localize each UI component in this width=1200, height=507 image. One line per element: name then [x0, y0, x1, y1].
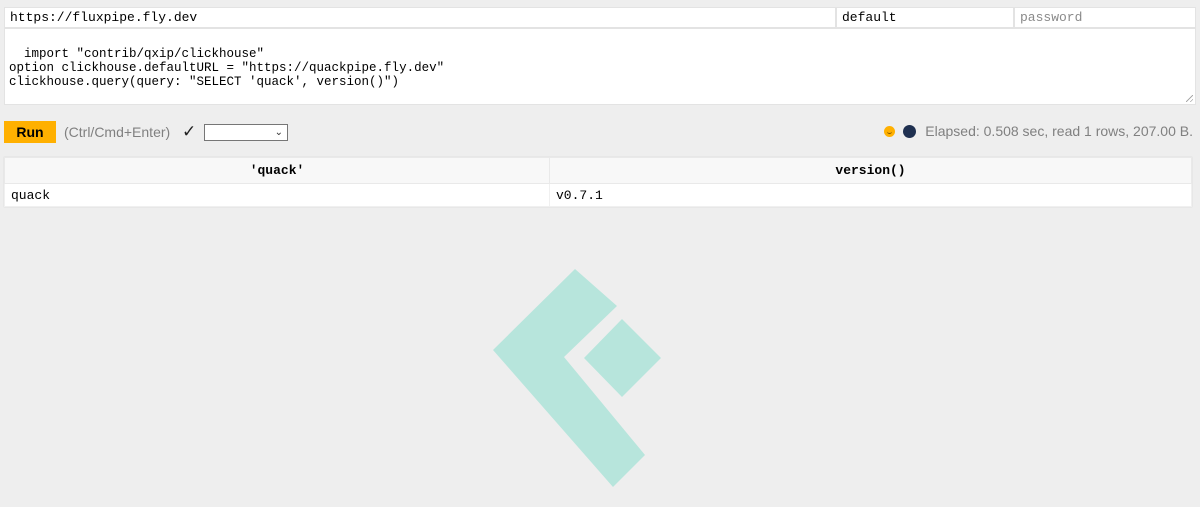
header-row: 'quack' version() — [4, 157, 1192, 184]
results-table: 'quack' version() quack v0.7.1 — [4, 157, 1192, 207]
logo-icon — [493, 269, 661, 487]
column-header: 'quack' — [4, 157, 550, 184]
smile-icon — [884, 125, 896, 137]
resize-handle-icon[interactable] — [1186, 95, 1193, 102]
connection-bar — [4, 7, 1196, 28]
user-input[interactable] — [836, 7, 1014, 28]
theme-toggle-icon[interactable] — [903, 124, 917, 138]
elapsed-status: Elapsed: 0.508 sec, read 1 rows, 207.00 … — [925, 123, 1193, 139]
check-icon: ✓ — [182, 122, 197, 141]
password-input[interactable] — [1014, 7, 1196, 28]
shortcut-hint: (Ctrl/Cmd+Enter) — [64, 124, 171, 140]
column-header: version() — [549, 157, 1192, 184]
url-input[interactable] — [4, 7, 836, 28]
format-select[interactable]: ⌄ — [204, 124, 288, 141]
chevron-down-icon: ⌄ — [274, 127, 283, 138]
run-button[interactable]: Run — [4, 121, 56, 143]
status-bar: Elapsed: 0.508 sec, read 1 rows, 207.00 … — [884, 122, 1193, 140]
table-row: quack v0.7.1 — [4, 183, 1192, 207]
table-cell: v0.7.1 — [549, 183, 1192, 207]
table-cell: quack — [4, 183, 550, 207]
query-text: import "contrib/qxip/clickhouse" option … — [9, 47, 445, 89]
query-editor[interactable]: import "contrib/qxip/clickhouse" option … — [4, 28, 1196, 105]
logo-shape-square — [584, 319, 661, 397]
